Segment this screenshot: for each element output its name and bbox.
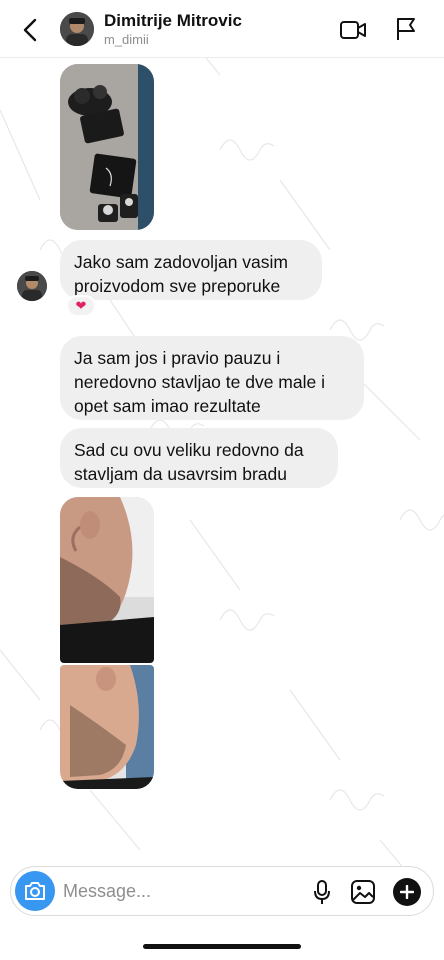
chat-header: Dimitrije Mitrovic m_dimii [0, 0, 444, 58]
message-photo[interactable] [60, 64, 154, 230]
chat-title[interactable]: Dimitrije Mitrovic m_dimii [104, 11, 242, 48]
reaction-badge[interactable]: ❤ [66, 295, 96, 317]
avatar[interactable] [60, 12, 94, 46]
camera-icon [25, 882, 45, 900]
avatar-image [60, 12, 94, 46]
message-bubble[interactable]: Jako sam zadovoljan vasim proizvodom sve… [60, 240, 322, 300]
flag-icon [397, 18, 415, 40]
message-composer [10, 866, 434, 916]
chevron-left-icon [23, 18, 37, 42]
plus-icon [400, 885, 414, 899]
message-input[interactable] [63, 877, 293, 905]
image-icon [351, 880, 375, 904]
message-photo[interactable] [60, 497, 154, 663]
username: m_dimii [104, 32, 149, 47]
microphone-icon [314, 880, 330, 904]
camera-button[interactable] [15, 871, 55, 911]
beard-photo-2 [60, 665, 154, 789]
video-call-button[interactable] [338, 16, 368, 44]
message-photo[interactable] [60, 665, 154, 789]
message-thread[interactable]: Jako sam zadovoljan vasim proizvodom sve… [0, 58, 444, 858]
back-button[interactable] [16, 16, 44, 44]
product-photo [60, 64, 154, 230]
video-camera-icon [340, 21, 366, 39]
beard-photo-1 [60, 497, 154, 663]
gallery-button[interactable] [349, 878, 377, 906]
add-button[interactable] [393, 878, 421, 906]
display-name: Dimitrije Mitrovic [104, 11, 242, 30]
home-indicator [143, 944, 301, 949]
message-bubble[interactable]: Ja sam jos i pravio pauzu i neredovno st… [60, 336, 364, 420]
heart-icon: ❤ [75, 298, 87, 313]
message-bubble[interactable]: Sad cu ovu veliku redovno da stavljam da… [60, 428, 338, 488]
avatar[interactable] [17, 271, 47, 301]
voice-message-button[interactable] [309, 878, 335, 906]
avatar-image [17, 271, 47, 301]
report-button[interactable] [392, 15, 420, 43]
